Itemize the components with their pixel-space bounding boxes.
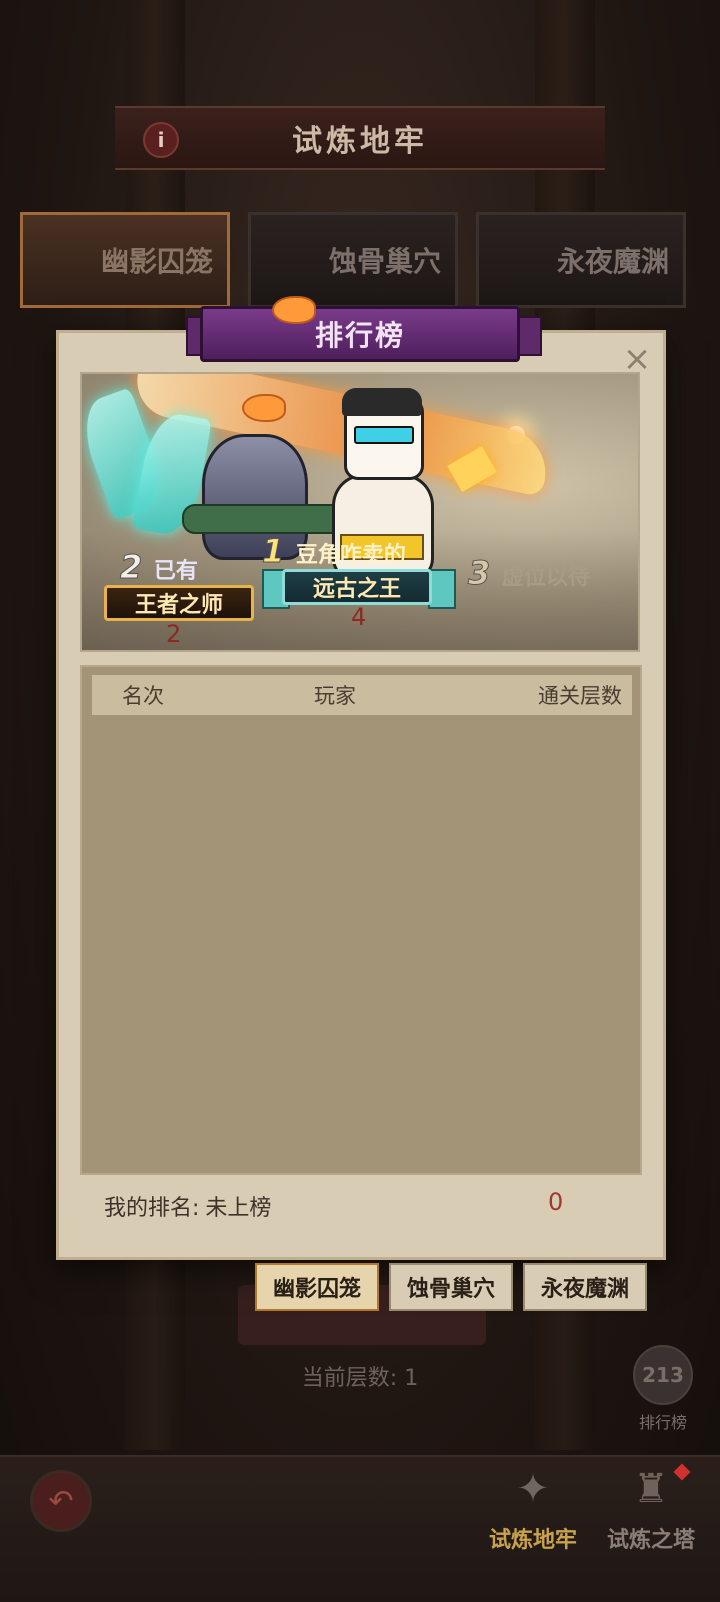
rank3-label: 3 虚位以待 bbox=[467, 554, 590, 593]
rank1-player-name: 豆角咋卖的 bbox=[295, 543, 406, 568]
rank1-title: 远古之王 bbox=[312, 577, 401, 602]
nav-item-label: 试炼地牢 bbox=[488, 1528, 577, 1553]
info-icon[interactable]: i bbox=[143, 122, 179, 158]
rank1-character-glasses bbox=[354, 426, 414, 444]
back-arrow-icon[interactable]: ↶ bbox=[30, 1470, 92, 1532]
dungeon-tab-label: 蚀骨巢穴 bbox=[328, 245, 441, 278]
tab-bone-nest[interactable]: 蚀骨巢穴 bbox=[389, 1263, 513, 1311]
rank1-label: 1 豆角咋卖的 bbox=[261, 532, 406, 571]
badge-wing-right bbox=[428, 569, 456, 609]
dungeon-tab-label: 幽影囚笼 bbox=[100, 245, 213, 278]
rank2-title: 王者之师 bbox=[134, 593, 223, 618]
top-title-banner: 试炼地牢 bbox=[115, 106, 605, 170]
tab-eternal-abyss[interactable]: 永夜魔渊 bbox=[523, 1263, 647, 1311]
tower-icon: ♜ bbox=[633, 1466, 669, 1512]
rank2-character-vine bbox=[182, 504, 346, 534]
dungeon-tab-bone-nest[interactable]: 蚀骨巢穴 bbox=[248, 212, 458, 308]
dungeon-icon: ✦ bbox=[516, 1466, 550, 1512]
leaderboard-table: 名次 玩家 通关层数 bbox=[80, 665, 642, 1175]
column-floors-cleared: 通关层数 bbox=[538, 684, 622, 708]
my-score: 0 bbox=[548, 1188, 564, 1216]
ranking-shortcut-button[interactable]: 213 排行榜 bbox=[630, 1345, 696, 1433]
tab-label: 永夜魔渊 bbox=[540, 1277, 629, 1302]
rank3-placeholder: 虚位以待 bbox=[501, 565, 590, 590]
column-player: 玩家 bbox=[314, 684, 356, 708]
current-floor-label: 当前层数: bbox=[301, 1366, 398, 1391]
dungeon-tab-shadow-cage[interactable]: 幽影囚笼 bbox=[20, 212, 230, 308]
goldfish-decoration bbox=[242, 394, 286, 422]
my-rank: 我的排名: 未上榜 bbox=[104, 1190, 271, 1222]
current-floor: 当前层数: 1 bbox=[0, 1360, 720, 1392]
table-header: 名次 玩家 通关层数 bbox=[92, 675, 632, 715]
rank2-player-name: 已有 bbox=[153, 559, 198, 584]
nav-item-label: 试炼之塔 bbox=[606, 1528, 695, 1553]
ranking-icon: 213 bbox=[633, 1345, 693, 1405]
my-rank-value: 未上榜 bbox=[205, 1196, 272, 1221]
rank2-label: 2 已有 bbox=[119, 548, 198, 587]
goldfish-decoration bbox=[272, 296, 316, 324]
close-icon[interactable]: × bbox=[620, 342, 654, 376]
rank1-score: 4 bbox=[351, 603, 367, 631]
rank1-number: 1 bbox=[261, 532, 285, 571]
rank1-character-hair bbox=[342, 388, 422, 416]
nav-item-trial-tower[interactable]: ♜ 试炼之塔 bbox=[596, 1462, 706, 1572]
modal-title: 排行榜 bbox=[314, 319, 405, 352]
my-rank-label: 我的排名: bbox=[104, 1196, 200, 1221]
nav-item-trial-dungeon[interactable]: ✦ 试炼地牢 bbox=[478, 1462, 588, 1572]
dungeon-tab-label: 永夜魔渊 bbox=[556, 245, 669, 278]
current-floor-value: 1 bbox=[404, 1366, 419, 1391]
ranking-shortcut-label: 排行榜 bbox=[638, 1413, 687, 1432]
rank3-number: 3 bbox=[467, 554, 491, 593]
rank2-score: 2 bbox=[166, 620, 182, 648]
tab-shadow-cage[interactable]: 幽影囚笼 bbox=[255, 1263, 379, 1311]
modal-title-ribbon: 排行榜 bbox=[200, 306, 520, 362]
column-rank: 名次 bbox=[122, 684, 164, 708]
rank1-title-badge: 远古之王 bbox=[282, 569, 432, 605]
dungeon-tabs: 幽影囚笼 蚀骨巢穴 永夜魔渊 bbox=[20, 212, 700, 312]
rank2-number: 2 bbox=[119, 548, 143, 587]
tab-label: 蚀骨巢穴 bbox=[406, 1277, 495, 1302]
page-title: 试炼地牢 bbox=[292, 124, 428, 159]
dungeon-tab-eternal-abyss[interactable]: 永夜魔渊 bbox=[476, 212, 686, 308]
tab-label: 幽影囚笼 bbox=[272, 1277, 361, 1302]
rank2-title-badge: 王者之师 bbox=[104, 585, 254, 621]
